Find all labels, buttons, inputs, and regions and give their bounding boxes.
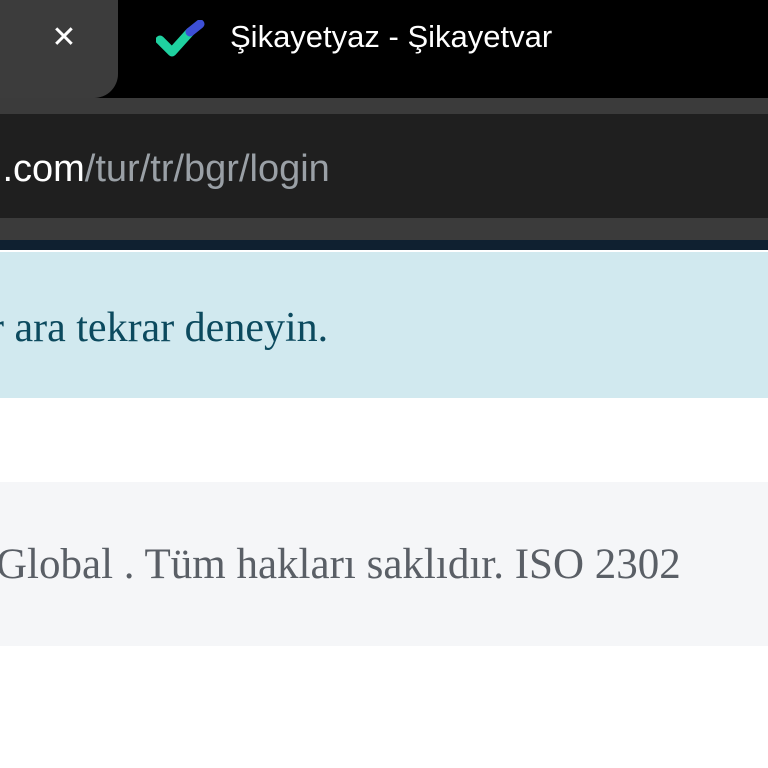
page-content [0,398,768,482]
page-bottom-area [0,646,768,768]
browser-toolbar: l.com/tur/tr/bgr/login [0,98,768,248]
toolbar-divider [0,240,768,250]
page-footer: Global . Tüm hakları saklıdır. ISO 2302 [0,482,768,646]
url-path: /tur/tr/bgr/login [84,148,330,190]
address-bar[interactable]: l.com/tur/tr/bgr/login [0,114,768,218]
copyright-text: Global . Tüm hakları saklıdır. ISO 2302 [0,541,681,588]
tab-title: Şikayetyaz - Şikayetvar [230,19,553,54]
info-alert: r ara tekrar deneyin. [0,252,768,398]
alert-message: r ara tekrar deneyin. [0,305,329,351]
browser-tab-active[interactable]: Şikayetyaz - Şikayetvar [124,0,768,98]
sikayetvar-logo-icon [156,20,205,57]
browser-tab-strip: ✕ Şikayetyaz - Şikayetvar [0,0,768,98]
url-host: l.com [0,148,85,190]
browser-tab-previous[interactable]: ✕ [0,0,118,98]
url-text[interactable]: l.com/tur/tr/bgr/login [0,144,330,194]
close-icon[interactable]: ✕ [44,18,84,58]
